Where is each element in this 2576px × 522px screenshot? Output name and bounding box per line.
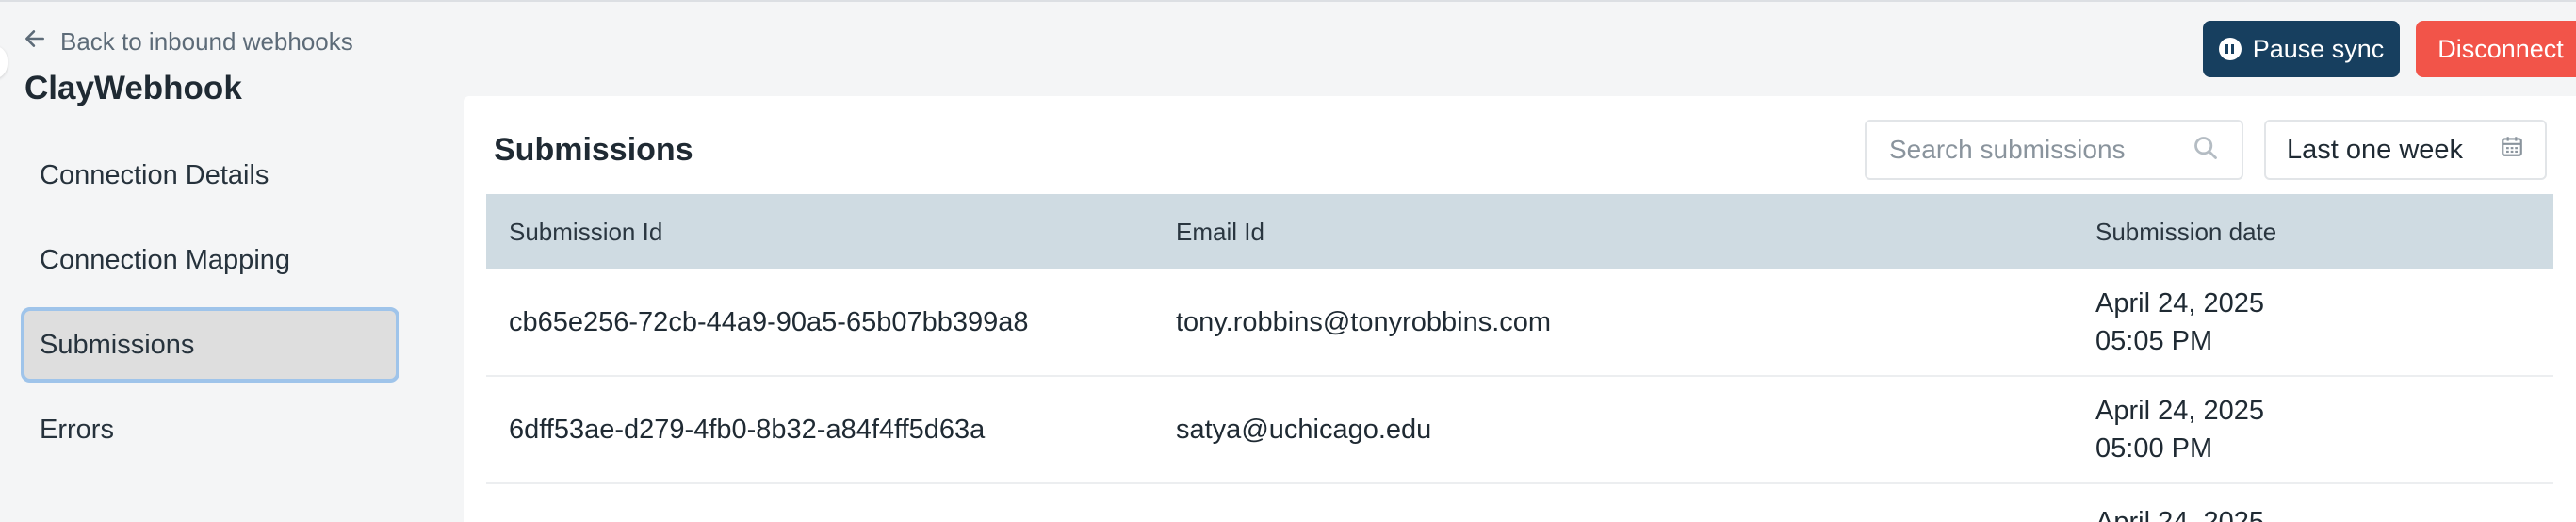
email-cell: tony.robbins@tonyrobbins.com bbox=[1176, 306, 1552, 337]
date-range-select[interactable]: Last one week bbox=[2264, 120, 2547, 180]
column-header-email-id[interactable]: Email Id bbox=[1176, 218, 2095, 247]
table-row[interactable]: cb65e256-72cb-44a9-90a5-65b07bb399a8 ton… bbox=[486, 269, 2553, 377]
time-text: 05:00 PM bbox=[2095, 433, 2213, 464]
table-header: Submission Id Email Id Submission date bbox=[486, 194, 2553, 269]
disconnect-button[interactable]: Disconnect bbox=[2416, 21, 2576, 77]
pause-sync-label: Pause sync bbox=[2252, 34, 2385, 63]
submission-id-cell: cb65e256-72cb-44a9-90a5-65b07bb399a8 bbox=[509, 306, 1029, 337]
calendar-icon bbox=[2500, 134, 2524, 166]
submissions-table: Submission Id Email Id Submission date c… bbox=[486, 194, 2553, 522]
pause-sync-button[interactable]: Pause sync bbox=[2203, 21, 2400, 77]
submission-date-cell: April 24, 2025 05:05 PM bbox=[2095, 285, 2553, 360]
disconnect-label: Disconnect bbox=[2437, 34, 2564, 63]
date-text: April 24, 2025 bbox=[2095, 507, 2264, 522]
date-text: April 24, 2025 bbox=[2095, 396, 2264, 426]
panel-title: Submissions bbox=[494, 132, 693, 168]
sidebar-item-errors[interactable]: Errors bbox=[21, 392, 399, 467]
collapse-handle[interactable] bbox=[0, 45, 8, 79]
sidebar-item-connection-details[interactable]: Connection Details bbox=[21, 138, 399, 213]
table-row[interactable]: April 24, 2025 bbox=[486, 484, 2553, 522]
back-link[interactable]: Back to inbound webhooks bbox=[23, 24, 353, 58]
column-header-submission-id[interactable]: Submission Id bbox=[486, 218, 1176, 247]
submission-date-cell: April 24, 2025 05:00 PM bbox=[2095, 392, 2553, 467]
column-header-submission-date[interactable]: Submission date bbox=[2095, 213, 2553, 251]
sidebar-item-label: Submissions bbox=[40, 329, 195, 360]
submission-date-cell: April 24, 2025 bbox=[2095, 503, 2553, 522]
sidebar-item-submissions[interactable]: Submissions bbox=[21, 307, 399, 383]
page-title: ClayWebhook bbox=[24, 70, 242, 106]
search-input[interactable] bbox=[1889, 135, 2191, 165]
arrow-left-icon bbox=[23, 26, 47, 57]
sidebar-item-connection-mapping[interactable]: Connection Mapping bbox=[21, 222, 399, 298]
back-link-label: Back to inbound webhooks bbox=[60, 26, 353, 56]
top-border bbox=[0, 0, 2576, 2]
sidebar: Connection Details Connection Mapping Su… bbox=[21, 138, 399, 477]
date-range-value: Last one week bbox=[2287, 134, 2464, 165]
table-row[interactable]: 6dff53ae-d279-4fb0-8b32-a84f4ff5d63a sat… bbox=[486, 377, 2553, 484]
page: Back to inbound webhooks ClayWebhook Con… bbox=[0, 0, 2576, 522]
sidebar-item-label: Connection Mapping bbox=[40, 244, 291, 275]
date-text: April 24, 2025 bbox=[2095, 288, 2264, 318]
email-cell: satya@uchicago.edu bbox=[1176, 414, 1432, 445]
sidebar-item-label: Connection Details bbox=[40, 159, 269, 190]
sidebar-item-label: Errors bbox=[40, 414, 114, 445]
time-text: 05:05 PM bbox=[2095, 326, 2213, 356]
submission-id-cell: 6dff53ae-d279-4fb0-8b32-a84f4ff5d63a bbox=[509, 414, 986, 445]
submissions-panel: Submissions Last one week bbox=[464, 96, 2576, 522]
pause-circle-icon bbox=[2218, 38, 2242, 60]
search-box bbox=[1865, 120, 2243, 180]
search-icon[interactable] bbox=[2193, 135, 2219, 166]
